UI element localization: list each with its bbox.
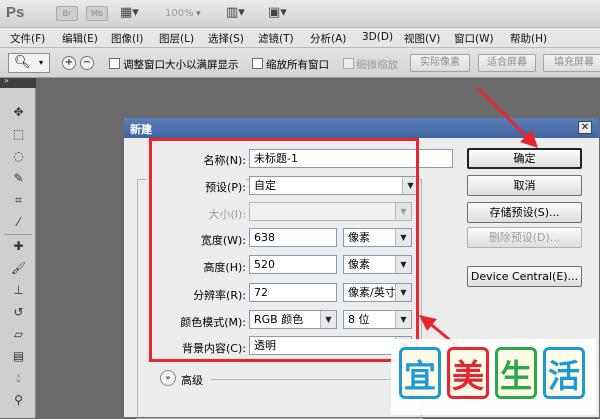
watermark-logo: 宜 美 生 活 bbox=[391, 339, 596, 415]
arrow-to-ok-icon bbox=[476, 86, 538, 148]
watermark-char: 宜 bbox=[399, 347, 441, 399]
watermark-char: 生 bbox=[495, 347, 537, 399]
watermark-char: 活 bbox=[543, 347, 585, 399]
watermark-char: 美 bbox=[447, 347, 489, 399]
